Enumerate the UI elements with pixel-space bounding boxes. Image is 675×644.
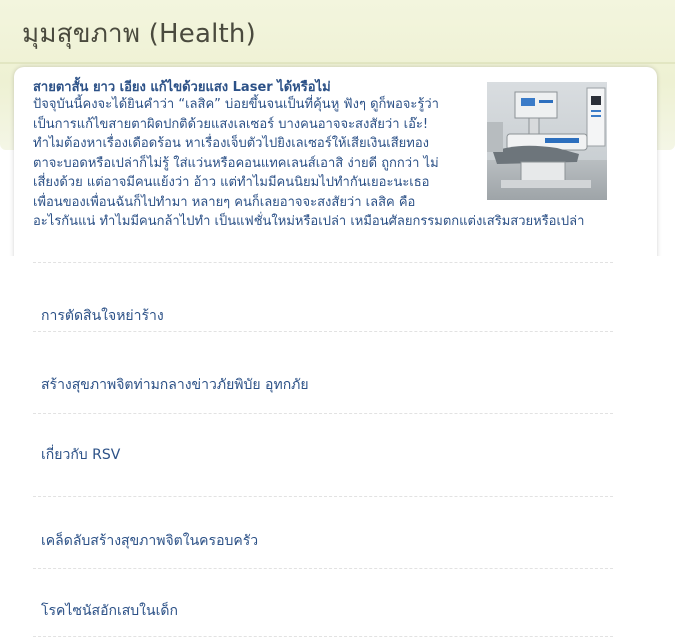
feature-photo[interactable] <box>487 82 607 200</box>
link-family-mental-health-tips[interactable]: เคล็ดลับสร้างสุขภาพจิตในครอบครัว <box>41 530 258 552</box>
feature-body-line: เป็นการแก้ไขสายตาผิดปกติด้วยแสงเลเซอร์ บ… <box>33 116 429 132</box>
feature-body-line: ตาจะบอดหรือเปล่าก็ไม่รู้ ใส่แว่นหรือคอนแ… <box>33 155 439 171</box>
page-title: มุมสุขภาพ (Health) <box>22 19 256 49</box>
list-item: เกี่ยวกับ RSV <box>33 428 613 497</box>
feature-body-line: ทำไมต้องหาเรื่องเดือดร้อน หาเรื่องเจ็บตั… <box>33 136 430 151</box>
list-item: โรคไซนัสอักเสบในเด็ก <box>33 568 613 637</box>
link-divorce-decision[interactable]: การตัดสินใจหย่าร้าง <box>41 305 164 327</box>
feature-body-line: เสี่ยงด้วย แต่อาจมีคนแย้งว่า อ้าว แต่ทำไ… <box>33 175 430 190</box>
feature-body: ปัจจุบันนี้คงจะได้ยินคำว่า “เลสิค” บ่อยข… <box>33 95 584 229</box>
link-sinusitis-children[interactable]: โรคไซนัสอักเสบในเด็ก <box>41 600 178 622</box>
link-about-rsv[interactable]: เกี่ยวกับ RSV <box>41 444 120 466</box>
feature-body-line: เพื่อนของเพื่อนฉันก็ไปทำมา หลายๆ คนก็เลย… <box>33 194 416 210</box>
laser-eye-surgery-machine-photo <box>487 82 607 200</box>
feature-headline-link[interactable]: สายตาสั้น ยาว เอียง แก้ไขด้วยแสง Laser ไ… <box>33 76 331 97</box>
list-item: เคล็ดลับสร้างสุขภาพจิตในครอบครัว <box>33 500 613 569</box>
list-item: การตัดสินใจหย่าร้าง <box>33 263 613 332</box>
feature-body-line: ปัจจุบันนี้คงจะได้ยินคำว่า “เลสิค” บ่อยข… <box>33 97 439 112</box>
feature-body-tail: อะไรกันแน่ ทำไมมีคนกล้าไปทำ เป็นแฟชั่นให… <box>33 214 585 229</box>
list-item: สร้างสุขภาพจิตท่ามกลางข่าวภัยพิบัย อุทกภ… <box>33 345 613 414</box>
link-mental-health-disaster[interactable]: สร้างสุขภาพจิตท่ามกลางข่าวภัยพิบัย อุทกภ… <box>41 374 309 396</box>
